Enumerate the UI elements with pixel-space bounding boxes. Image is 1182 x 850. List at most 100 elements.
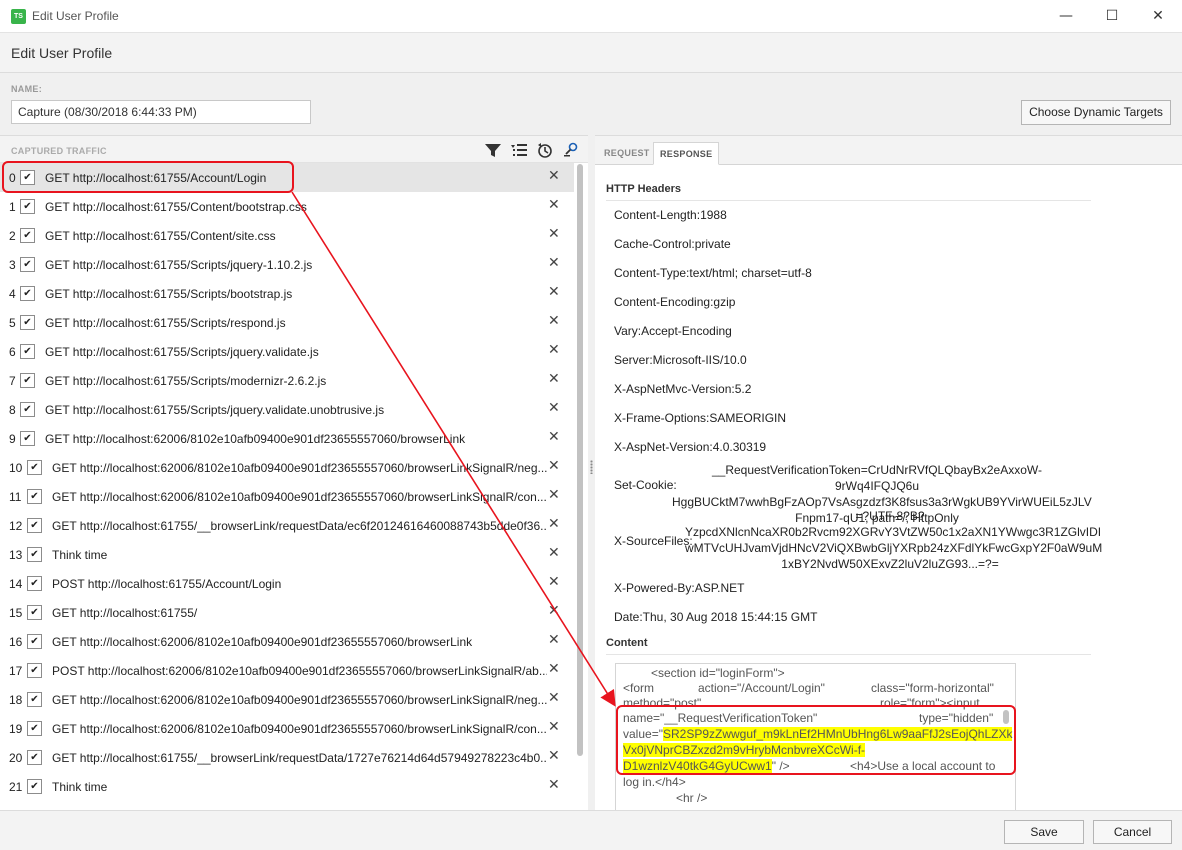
row-checkbox[interactable]: ✔ (20, 431, 35, 446)
traffic-row[interactable]: 21 ✔ Think time ✕ (0, 772, 574, 801)
row-label: GET http://localhost:61755/__browserLink… (52, 519, 547, 533)
row-label: GET http://localhost:61755/Content/site.… (45, 229, 276, 243)
remove-row-icon[interactable]: ✕ (548, 516, 562, 532)
remove-row-icon[interactable]: ✕ (548, 342, 562, 358)
find-icon[interactable] (562, 141, 580, 159)
cancel-button[interactable]: Cancel (1093, 820, 1172, 844)
minimize-button[interactable]: — (1043, 0, 1089, 32)
header-line: X-Powered-By:ASP.NET (614, 581, 745, 595)
panel-splitter[interactable] (588, 135, 595, 810)
remove-row-icon[interactable]: ✕ (548, 284, 562, 300)
row-checkbox[interactable]: ✔ (27, 460, 42, 475)
traffic-row[interactable]: 16 ✔ GET http://localhost:62006/8102e10afb… (0, 627, 574, 656)
list-filter-icon[interactable] (510, 141, 528, 159)
details-panel: REQUEST RESPONSE HTTP Headers Content-Le… (595, 135, 1182, 810)
traffic-row[interactable]: 6 ✔ GET http://localhost:61755/Scripts/jqu… (0, 337, 574, 366)
row-checkbox[interactable]: ✔ (20, 344, 35, 359)
remove-row-icon[interactable]: ✕ (548, 603, 562, 619)
row-checkbox[interactable]: ✔ (27, 663, 42, 678)
header-line: Content-Type:text/html; charset=utf-8 (614, 266, 812, 280)
close-window-button[interactable]: ✕ (1135, 0, 1181, 32)
tab-request[interactable]: REQUEST (598, 142, 656, 165)
remove-row-icon[interactable]: ✕ (548, 226, 562, 242)
remove-row-icon[interactable]: ✕ (548, 458, 562, 474)
traffic-row[interactable]: 4 ✔ GET http://localhost:61755/Scripts/boo… (0, 279, 574, 308)
traffic-row[interactable]: 14 ✔ POST http://localhost:61755/Account/L… (0, 569, 574, 598)
traffic-row[interactable]: 20 ✔ GET http://localhost:61755/__browserL… (0, 743, 574, 772)
traffic-row[interactable]: 12 ✔ GET http://localhost:61755/__browserL… (0, 511, 574, 540)
traffic-row[interactable]: 5 ✔ GET http://localhost:61755/Scripts/res… (0, 308, 574, 337)
row-label: GET http://localhost:61755/Scripts/jquer… (45, 258, 313, 272)
remove-row-icon[interactable]: ✕ (548, 719, 562, 735)
row-checkbox[interactable]: ✔ (27, 576, 42, 591)
row-checkbox[interactable]: ✔ (27, 518, 42, 533)
content-viewer[interactable]: <section id="loginForm"> <form action="/… (615, 663, 1016, 810)
row-checkbox[interactable]: ✔ (20, 402, 35, 417)
choose-dynamic-targets-button[interactable]: Choose Dynamic Targets (1021, 100, 1171, 125)
traffic-row[interactable]: 10 ✔ GET http://localhost:62006/8102e10afb… (0, 453, 574, 482)
traffic-scrollbar[interactable] (576, 164, 584, 784)
history-icon[interactable] (536, 141, 554, 159)
traffic-row[interactable]: 3 ✔ GET http://localhost:61755/Scripts/jqu… (0, 250, 574, 279)
header-line: Cache-Control:private (614, 237, 731, 251)
row-checkbox[interactable]: ✔ (27, 547, 42, 562)
row-checkbox[interactable]: ✔ (27, 721, 42, 736)
row-checkbox[interactable]: ✔ (20, 170, 35, 185)
filter-icon[interactable] (484, 141, 502, 159)
content-scrollbar-thumb[interactable] (1003, 710, 1009, 724)
remove-row-icon[interactable]: ✕ (548, 574, 562, 590)
traffic-row[interactable]: 11 ✔ GET http://localhost:62006/8102e10afb… (0, 482, 574, 511)
remove-row-icon[interactable]: ✕ (548, 371, 562, 387)
row-checkbox[interactable]: ✔ (20, 257, 35, 272)
remove-row-icon[interactable]: ✕ (548, 429, 562, 445)
remove-row-icon[interactable]: ✕ (548, 545, 562, 561)
remove-row-icon[interactable]: ✕ (548, 748, 562, 764)
row-checkbox[interactable]: ✔ (27, 605, 42, 620)
row-checkbox[interactable]: ✔ (20, 315, 35, 330)
traffic-row[interactable]: 13 ✔ Think time ✕ (0, 540, 574, 569)
traffic-row[interactable]: 7 ✔ GET http://localhost:61755/Scripts/mod… (0, 366, 574, 395)
remove-row-icon[interactable]: ✕ (548, 777, 562, 793)
traffic-scrollbar-thumb[interactable] (577, 164, 583, 756)
name-input[interactable] (11, 100, 311, 124)
name-label: NAME: (11, 84, 42, 94)
close-icon: ✕ (1152, 8, 1164, 24)
row-checkbox[interactable]: ✔ (27, 750, 42, 765)
remove-row-icon[interactable]: ✕ (548, 313, 562, 329)
traffic-row[interactable]: 1 ✔ GET http://localhost:61755/Content/boo… (0, 192, 574, 221)
remove-row-icon[interactable]: ✕ (548, 400, 562, 416)
row-label: GET http://localhost:61755/ (52, 606, 198, 620)
remove-row-icon[interactable]: ✕ (548, 632, 562, 648)
traffic-row[interactable]: 8 ✔ GET http://localhost:61755/Scripts/jqu… (0, 395, 574, 424)
row-index: 13 (9, 548, 23, 562)
row-checkbox[interactable]: ✔ (27, 779, 42, 794)
row-checkbox[interactable]: ✔ (20, 286, 35, 301)
traffic-row[interactable]: 19 ✔ GET http://localhost:62006/8102e10afb… (0, 714, 574, 743)
traffic-row[interactable]: 2 ✔ GET http://localhost:61755/Content/sit… (0, 221, 574, 250)
row-checkbox[interactable]: ✔ (27, 489, 42, 504)
remove-row-icon[interactable]: ✕ (548, 168, 562, 184)
traffic-row[interactable]: 17 ✔ POST http://localhost:62006/8102e10af… (0, 656, 574, 685)
code-line: name="__RequestVerificationToken" (623, 711, 818, 725)
remove-row-icon[interactable]: ✕ (548, 690, 562, 706)
remove-row-icon[interactable]: ✕ (548, 487, 562, 503)
captured-traffic-list[interactable]: 0 ✔ GET http://localhost:61755/Account/Log… (0, 163, 574, 810)
traffic-row[interactable]: 9 ✔ GET http://localhost:62006/8102e10afb0… (0, 424, 574, 453)
row-label: GET http://localhost:62006/8102e10afb094… (52, 461, 547, 475)
row-label: Think time (52, 548, 108, 562)
row-checkbox[interactable]: ✔ (20, 228, 35, 243)
remove-row-icon[interactable]: ✕ (548, 255, 562, 271)
row-checkbox[interactable]: ✔ (27, 692, 42, 707)
row-checkbox[interactable]: ✔ (27, 634, 42, 649)
traffic-row[interactable]: 15 ✔ GET http://localhost:61755/ ✕ (0, 598, 574, 627)
row-checkbox[interactable]: ✔ (20, 199, 35, 214)
remove-row-icon[interactable]: ✕ (548, 197, 562, 213)
traffic-row[interactable]: 18 ✔ GET http://localhost:62006/8102e10afb… (0, 685, 574, 714)
splitter-grip-icon[interactable] (590, 460, 593, 474)
tab-response[interactable]: RESPONSE (653, 142, 720, 165)
save-button[interactable]: Save (1004, 820, 1084, 844)
traffic-row[interactable]: 0 ✔ GET http://localhost:61755/Account/Log… (0, 163, 574, 192)
remove-row-icon[interactable]: ✕ (548, 661, 562, 677)
maximize-button[interactable]: ☐ (1089, 0, 1135, 32)
row-checkbox[interactable]: ✔ (20, 373, 35, 388)
